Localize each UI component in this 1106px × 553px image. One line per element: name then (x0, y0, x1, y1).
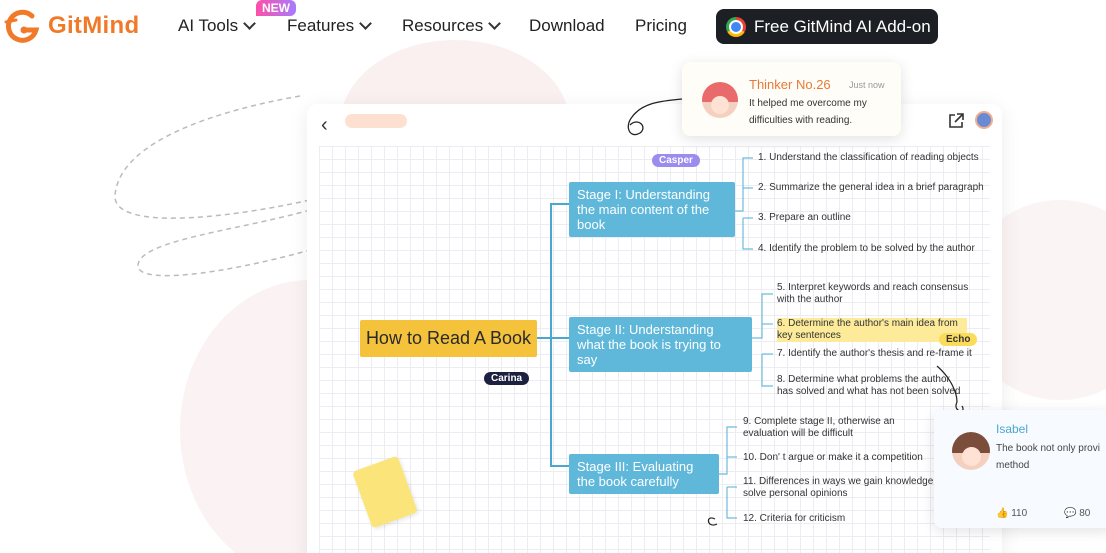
leaf-node[interactable]: 2. Summarize the general idea in a brief… (758, 182, 984, 194)
chevron-down-icon (359, 17, 372, 30)
nav-ai-tools[interactable]: AI Tools (178, 16, 257, 36)
gitmind-logo-icon (4, 9, 40, 43)
leaf-node[interactable]: 7. Identify the author's thesis and re-f… (777, 348, 972, 360)
leaf-node[interactable]: 12. Criteria for criticism (743, 513, 845, 525)
nav-pricing-label: Pricing (635, 16, 687, 35)
dashed-swirl-decoration (114, 95, 311, 277)
chrome-icon (726, 16, 746, 37)
leaf-node[interactable]: 8. Determine what problems the author ha… (777, 374, 967, 398)
gitmind-logo[interactable]: GitMind (2, 8, 139, 44)
collaborator-tag-casper: Casper (652, 154, 700, 167)
leaf-node[interactable]: 1. Understand the classification of read… (758, 152, 979, 164)
new-badge: NEW (256, 0, 296, 16)
avatar (702, 82, 738, 118)
mindmap-editor-preview: ‹ How to Read A Book Stage I: Understand… (307, 104, 1002, 553)
comment-count-value: 80 (1079, 508, 1091, 519)
nav-ai-tools-label: AI Tools (178, 16, 239, 35)
comment-card-thinker: Thinker No.26 Just now It helped me over… (682, 62, 901, 136)
comment-text: The book not only provi method (996, 443, 1100, 471)
free-addon-button[interactable]: Free GitMind AI Add-on (716, 9, 938, 44)
nav-download-label: Download (529, 16, 605, 35)
top-navigation: GitMind AI Tools NEW Features Resources … (0, 0, 1106, 52)
leaf-node[interactable]: 9. Complete stage II, otherwise an evalu… (743, 416, 933, 440)
stage-2-node[interactable]: Stage II: Understanding what the book is… (569, 317, 752, 372)
comment-author: Isabel (996, 422, 1029, 436)
nav-resources-label: Resources (402, 16, 484, 35)
comment-card-isabel: Isabel The book not only provi method 👍 … (934, 410, 1106, 528)
leaf-node[interactable]: 5. Interpret keywords and reach consensu… (777, 282, 977, 306)
comment-text: It helped me overcome my difficulties wi… (749, 98, 867, 126)
leaf-node[interactable]: 3. Prepare an outline (758, 212, 851, 224)
stage-1-node[interactable]: Stage I: Understanding the main content … (569, 182, 735, 237)
free-addon-label: Free GitMind AI Add-on (754, 16, 931, 36)
stage-3-node[interactable]: Stage III: Evaluating the book carefully (569, 454, 719, 494)
leaf-node[interactable]: 10. Don' t argue or make it a competitio… (743, 452, 923, 464)
nav-pricing[interactable]: Pricing (635, 16, 687, 36)
collaborator-tag-carina: Carina (484, 372, 530, 385)
comment-count[interactable]: 💬 80 (1064, 508, 1090, 519)
avatar (952, 432, 990, 470)
brand-name: GitMind (48, 12, 140, 39)
nav-features-label: Features (287, 16, 355, 35)
chevron-down-icon (488, 17, 502, 30)
connector-doodle (627, 98, 683, 136)
nav-features[interactable]: Features (287, 16, 372, 36)
nav-download[interactable]: Download (529, 16, 605, 36)
comment-author: Thinker No.26 (749, 77, 831, 92)
mindmap-root-node[interactable]: How to Read A Book (360, 320, 537, 357)
leaf-node[interactable]: 4. Identify the problem to be solved by … (758, 243, 975, 255)
like-count[interactable]: 👍 110 (996, 508, 1027, 519)
like-count-value: 110 (1011, 508, 1028, 519)
chevron-down-icon (243, 17, 257, 30)
collaborator-tag-echo: Echo (939, 333, 978, 346)
page: GitMind AI Tools NEW Features Resources … (0, 0, 1106, 553)
comment-time: Just now (849, 80, 885, 90)
nav-resources[interactable]: Resources (402, 16, 502, 36)
